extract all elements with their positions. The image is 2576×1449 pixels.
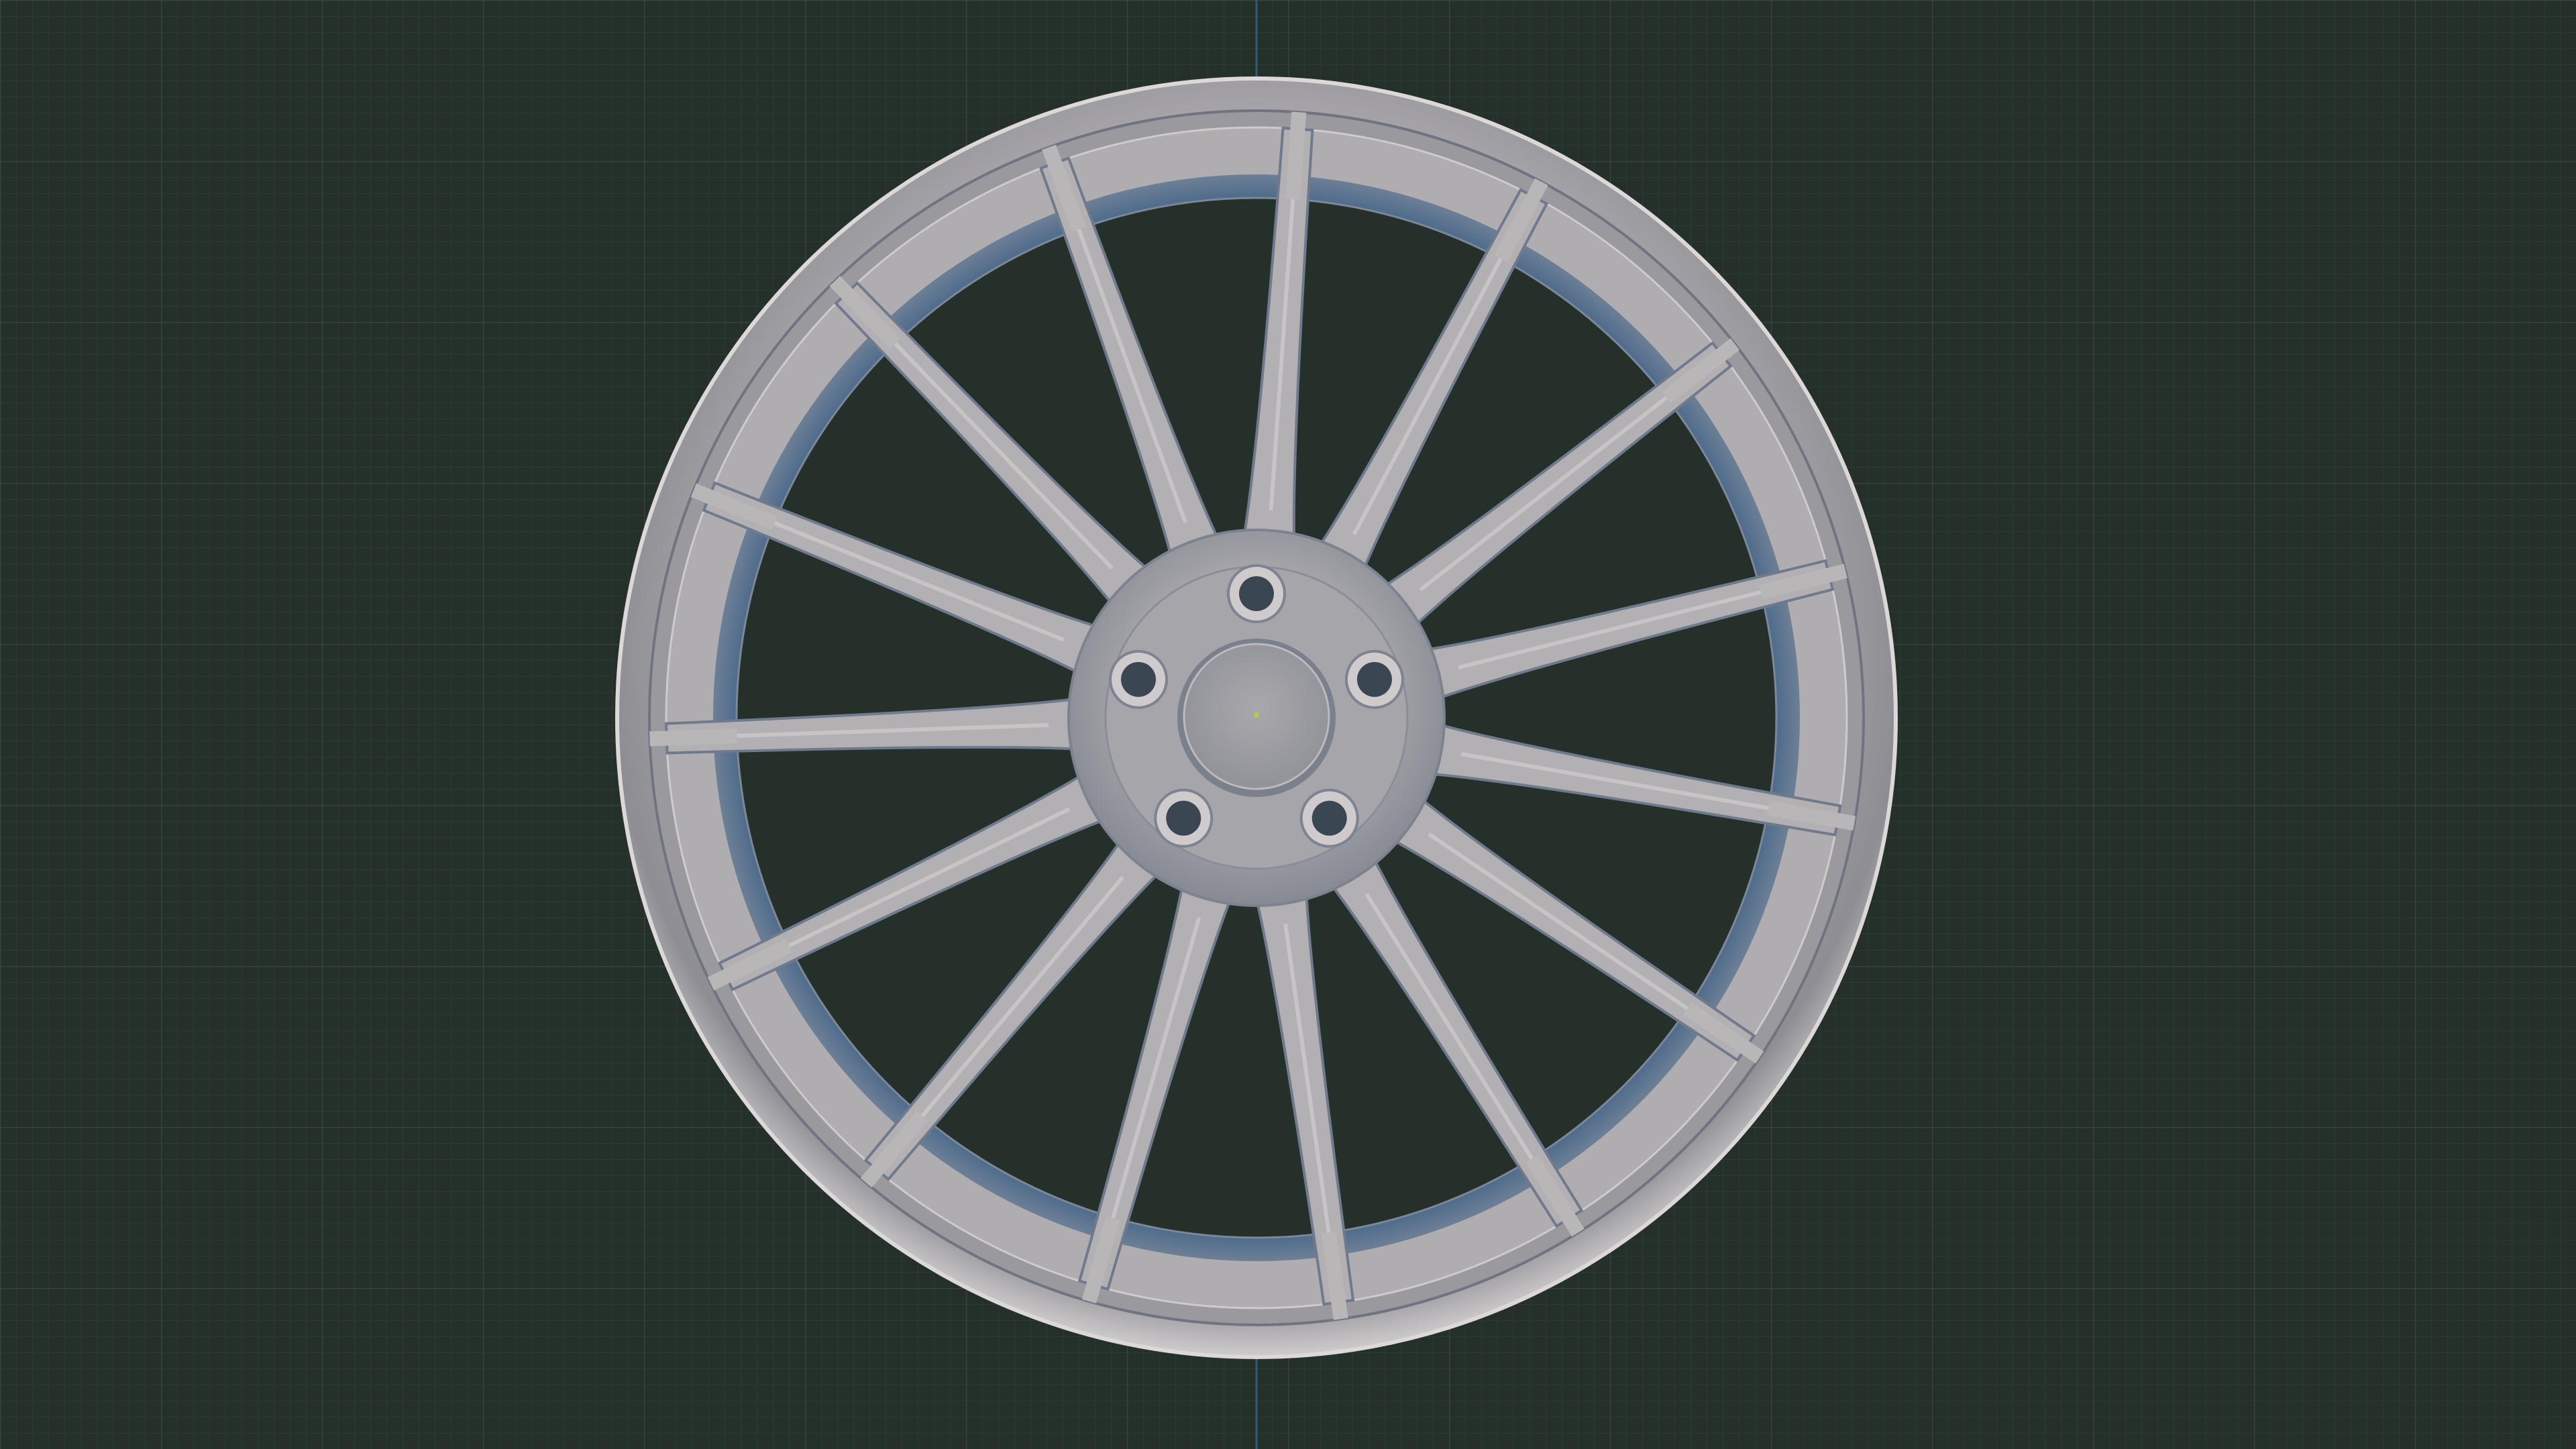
- lug-hole: [1166, 800, 1201, 836]
- lug-hole: [1121, 661, 1157, 697]
- rim-divider: [649, 728, 737, 747]
- origin-marker: [1254, 712, 1259, 718]
- lug-hole: [1356, 661, 1392, 697]
- lug-hole: [1239, 576, 1274, 611]
- wheel-model[interactable]: [0, 0, 2576, 1449]
- rim-divider: [1285, 111, 1307, 200]
- 3d-viewport[interactable]: [0, 0, 2576, 1449]
- lug-hole: [1311, 800, 1347, 836]
